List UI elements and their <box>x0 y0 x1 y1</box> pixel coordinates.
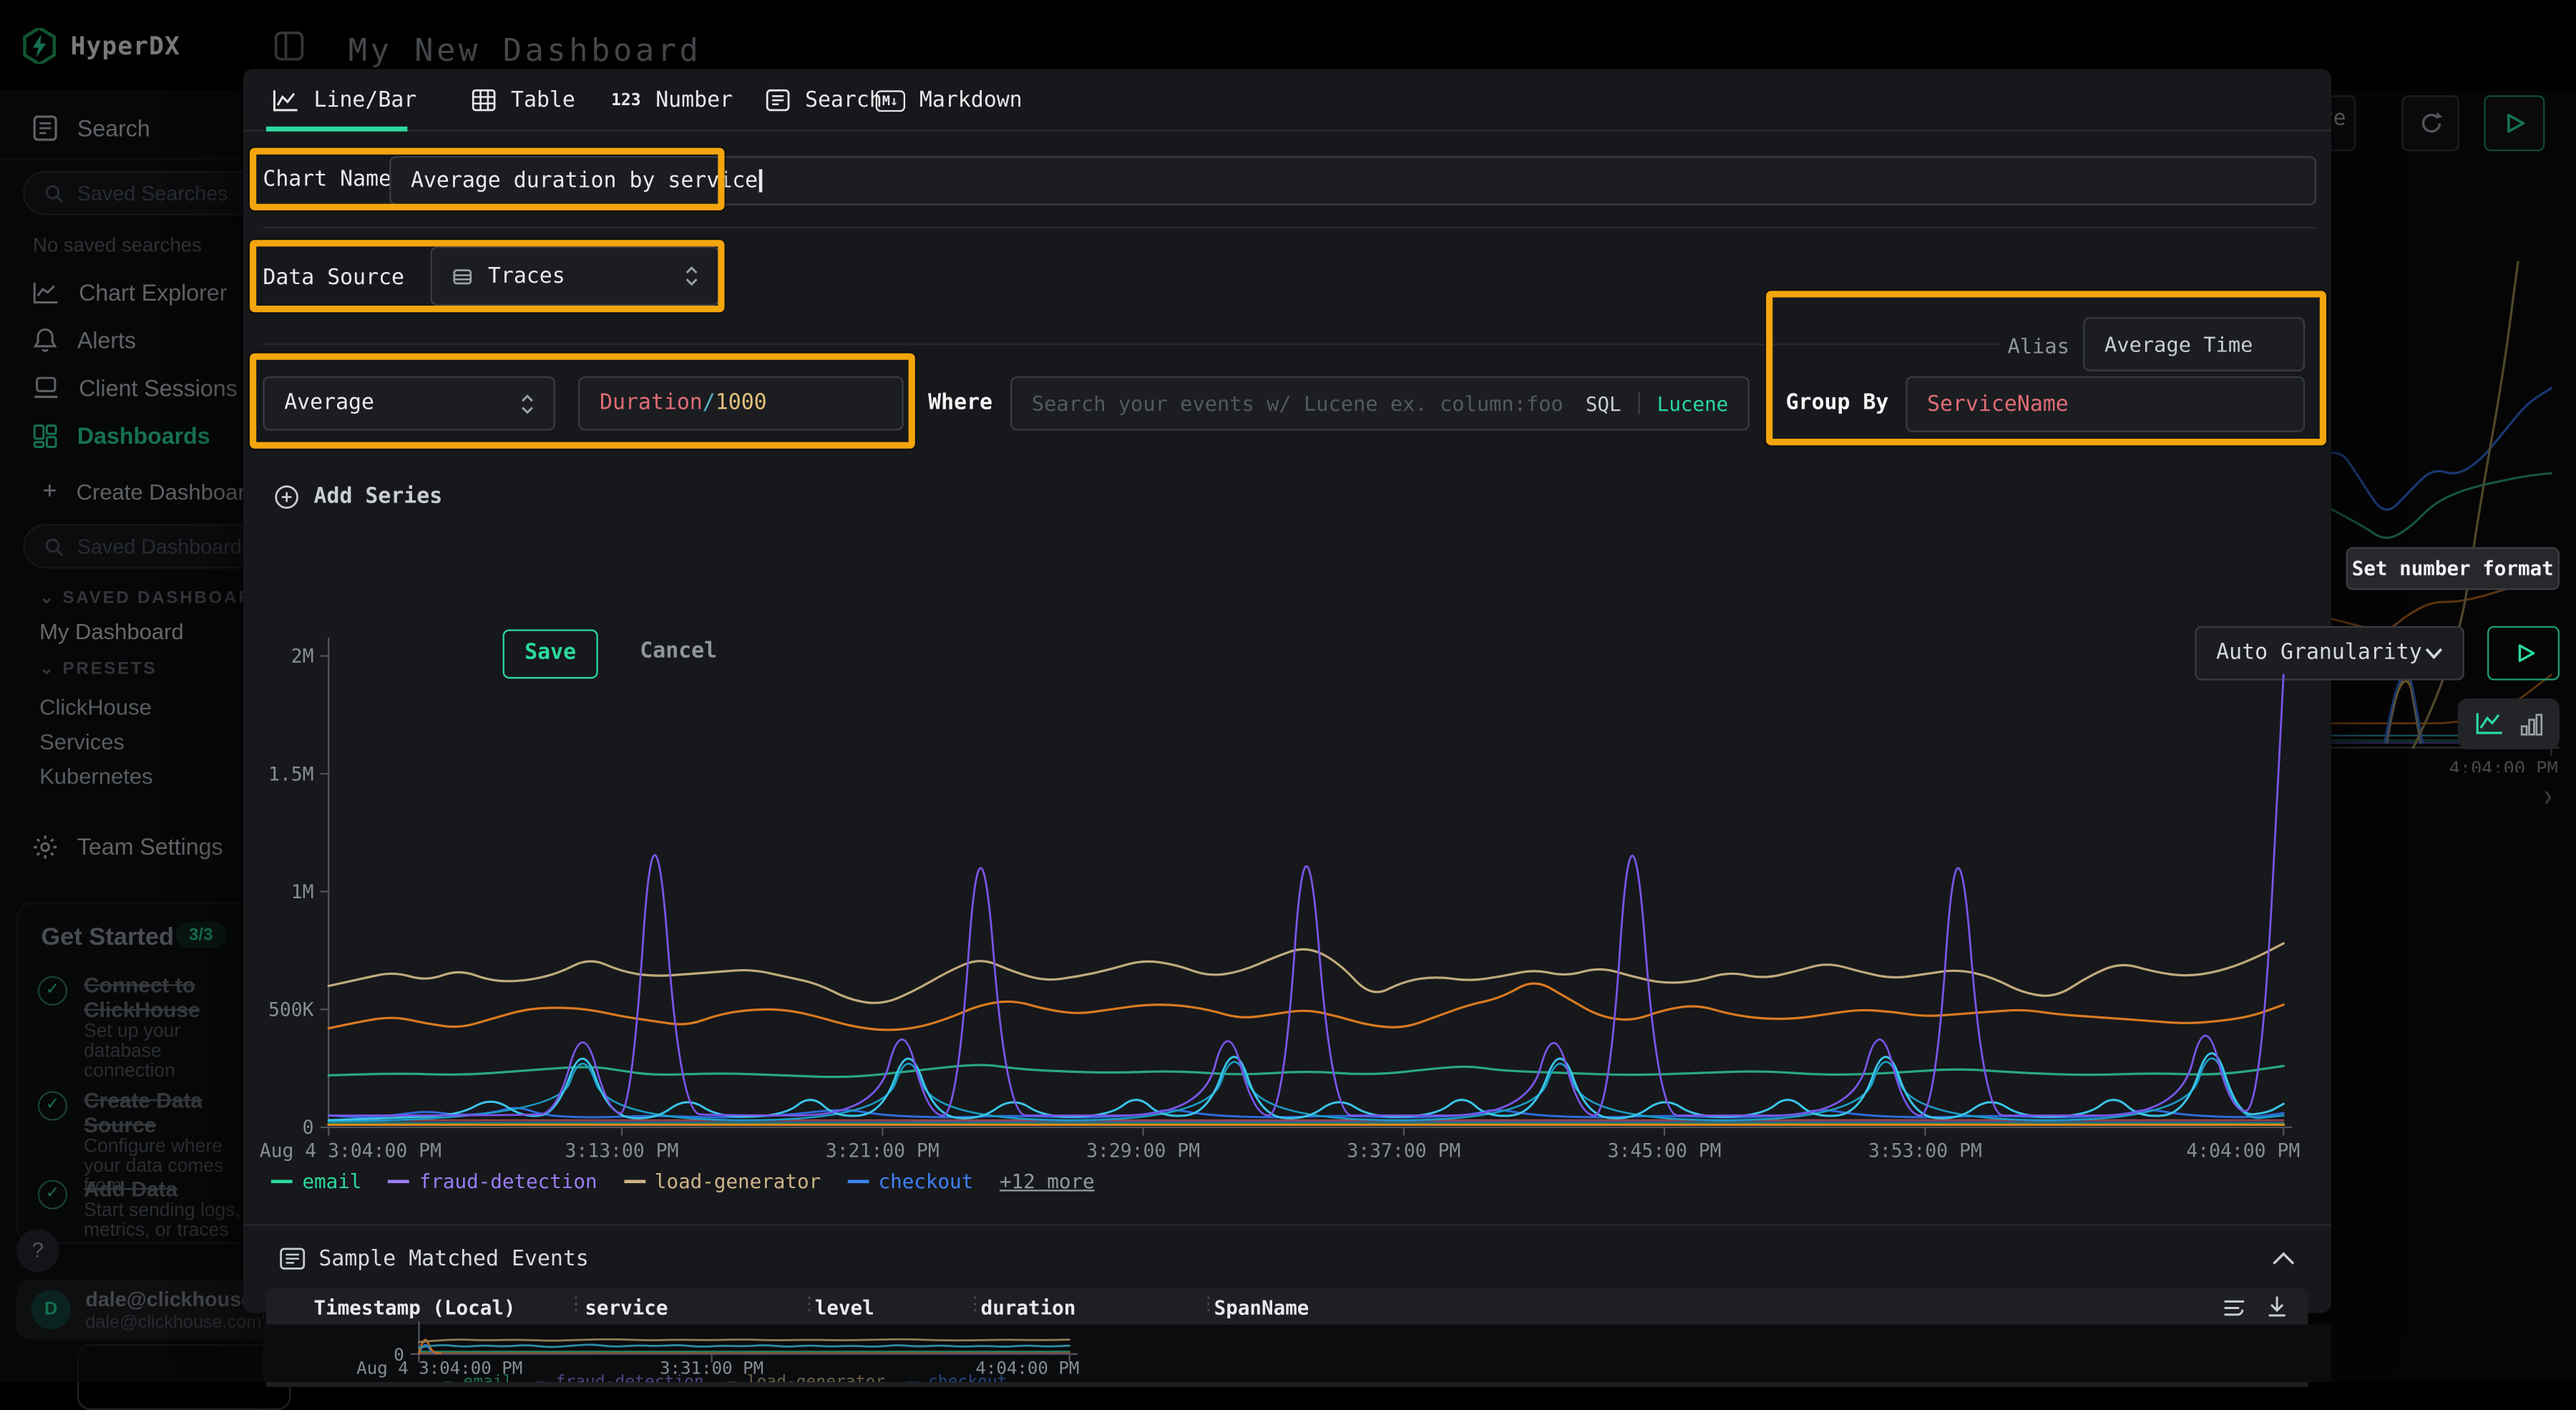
tab-search[interactable]: Search <box>766 69 882 131</box>
highlight-data-source <box>250 240 725 312</box>
series-cyan-wavy <box>419 1345 1069 1348</box>
legend-dash <box>271 1180 293 1183</box>
svg-text:Aug 4 3:04:00 PM: Aug 4 3:04:00 PM <box>356 1358 522 1378</box>
download-icon[interactable] <box>2265 1295 2288 1319</box>
where-search-input[interactable]: Search your events w/ Lucene ex. column:… <box>1010 376 1750 431</box>
legend-more-link[interactable]: +12 more <box>1000 1170 1095 1193</box>
legend-label: load-generator <box>655 1170 821 1193</box>
where-placeholder: Search your events w/ Lucene ex. column:… <box>1032 391 1563 415</box>
editor-tabs: Line/Bar Table 123 Number Search M↓ Mark… <box>243 69 2331 131</box>
duration-line-chart: 0 500K 1M 1.5M 2M Aug 4 3:04:00 PM 3:13:00 PM 3… <box>243 624 2331 1167</box>
legend-dash <box>847 1180 869 1183</box>
tab-number[interactable]: 123 Number <box>611 69 733 131</box>
svg-text:2M: 2M <box>291 646 314 668</box>
sample-events-header[interactable]: Sample Matched Events <box>243 1224 2331 1290</box>
background-mini-chart: 0Aug 4 3:04:00 PM3:31:00 PM4:04:00 PM <box>326 1321 1114 1382</box>
column-header-service[interactable]: service <box>585 1296 668 1319</box>
chevron-up-icon[interactable] <box>2272 1252 2295 1265</box>
svg-text:3:31:00 PM: 3:31:00 PM <box>660 1358 763 1378</box>
lucene-toggle[interactable]: Lucene <box>1657 392 1729 415</box>
number-123-icon: 123 <box>611 91 640 109</box>
list-icon <box>279 1248 306 1270</box>
filter-icon[interactable] <box>2223 1296 2247 1319</box>
series-tan-wavy <box>419 1339 1069 1342</box>
svg-text:3:29:00 PM: 3:29:00 PM <box>1086 1139 1200 1162</box>
column-header-spanname[interactable]: SpanName <box>1214 1296 1309 1319</box>
column-header-timestamp-local-[interactable]: Timestamp (Local) <box>314 1296 516 1319</box>
hyperdx-app: HyperDX My New Dashboard Search Saved Se… <box>0 0 2576 1382</box>
column-header-duration[interactable]: duration <box>981 1296 1076 1319</box>
line-mode-icon[interactable] <box>2475 711 2503 736</box>
series-flat-red <box>328 1120 2283 1121</box>
where-label: Where <box>928 391 992 415</box>
svg-text:3:37:00 PM: 3:37:00 PM <box>1347 1139 1460 1162</box>
column-separator[interactable]: ⋮ <box>1199 1293 1217 1315</box>
svg-text:1.5M: 1.5M <box>268 763 314 785</box>
add-series-button[interactable]: Add Series <box>274 485 442 509</box>
series-load-generator <box>328 943 2283 1003</box>
legend-dash <box>623 1180 645 1183</box>
legend-item[interactable]: checkout <box>847 1170 973 1193</box>
legend-item[interactable]: fraud-detection <box>388 1170 597 1193</box>
tab-markdown[interactable]: M↓ Markdown <box>876 69 1023 131</box>
active-tab-indicator <box>266 127 407 132</box>
svg-text:1M: 1M <box>291 881 314 903</box>
text-cursor <box>759 169 761 192</box>
chevron-down-icon <box>2425 648 2443 659</box>
chart-type-toggle <box>2458 699 2560 749</box>
divider <box>263 227 2316 228</box>
series-orange-service <box>328 983 2283 1030</box>
legend-label: fraud-detection <box>419 1170 597 1193</box>
highlight-series <box>250 354 915 449</box>
svg-text:3:53:00 PM: 3:53:00 PM <box>1868 1139 1982 1162</box>
markdown-icon: M↓ <box>876 89 905 111</box>
legend-dash <box>388 1180 409 1183</box>
play-icon <box>2515 643 2537 664</box>
svg-text:Aug 4 3:04:00 PM: Aug 4 3:04:00 PM <box>260 1139 441 1162</box>
svg-text:4:04:00 PM: 4:04:00 PM <box>975 1358 1079 1378</box>
svg-text:0: 0 <box>303 1117 314 1139</box>
legend-item[interactable]: email <box>271 1170 362 1193</box>
svg-text:500K: 500K <box>268 999 314 1021</box>
toggle-divider: | <box>1633 391 1646 415</box>
set-number-format-button[interactable]: Set number format <box>2346 548 2560 590</box>
legend-label: checkout <box>879 1170 974 1193</box>
svg-text:4:04:00 PM: 4:04:00 PM <box>2186 1139 2300 1162</box>
tab-line-bar[interactable]: Line/Bar <box>273 69 416 131</box>
bar-mode-icon[interactable] <box>2519 712 2542 735</box>
series-fraud-detection <box>328 675 2283 1116</box>
column-separator[interactable]: ⋮ <box>800 1293 818 1315</box>
series-email <box>328 1065 2283 1077</box>
highlight-chart-name <box>250 148 725 210</box>
column-separator[interactable]: ⋮ <box>966 1293 984 1315</box>
svg-text:3:13:00 PM: 3:13:00 PM <box>565 1139 679 1162</box>
tab-table[interactable]: Table <box>472 69 575 131</box>
legend-label: email <box>302 1170 361 1193</box>
series-cyan-1 <box>328 1054 2283 1121</box>
search-list-icon <box>766 89 790 112</box>
column-separator[interactable]: ⋮ <box>567 1293 585 1315</box>
divider <box>263 344 2001 345</box>
plus-circle-icon <box>274 485 298 509</box>
highlight-group-by <box>1766 291 2326 445</box>
line-chart-icon <box>273 89 299 112</box>
preview-play-button[interactable] <box>2487 626 2560 681</box>
svg-text:3:45:00 PM: 3:45:00 PM <box>1608 1139 1722 1162</box>
legend-item[interactable]: load-generator <box>623 1170 821 1193</box>
svg-text:3:21:00 PM: 3:21:00 PM <box>826 1139 940 1162</box>
chart-legend: email fraud-detection load-generator checko… <box>271 1170 1095 1193</box>
table-icon <box>472 89 496 112</box>
sql-toggle[interactable]: SQL <box>1586 392 1621 415</box>
column-header-level[interactable]: level <box>815 1296 874 1319</box>
